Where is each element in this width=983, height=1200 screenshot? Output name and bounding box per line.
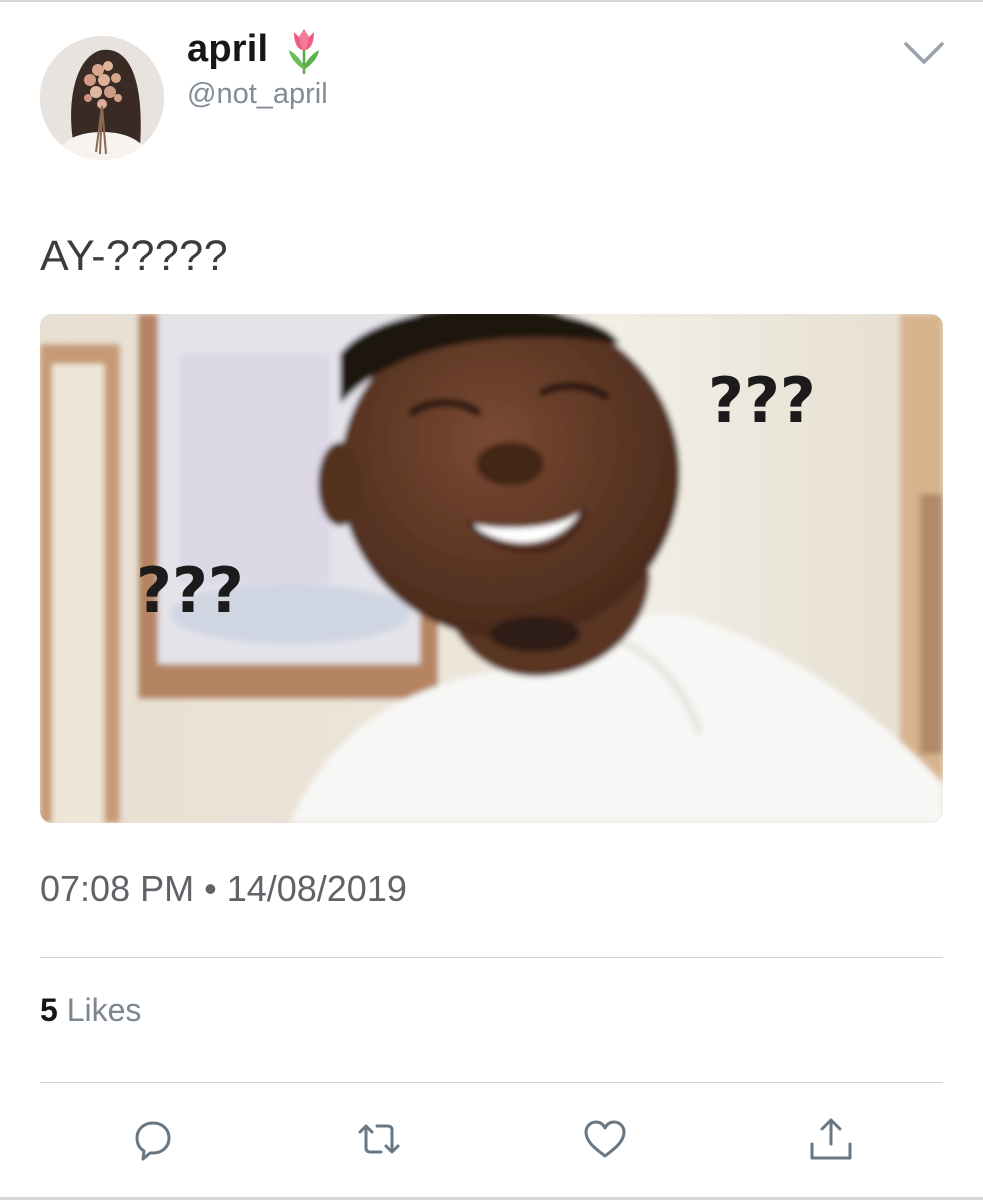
avatar[interactable]: [40, 36, 164, 160]
likes-summary[interactable]: 5 Likes: [40, 992, 141, 1029]
tulip-icon: [289, 29, 319, 74]
left-question-marks: ???: [136, 554, 244, 627]
reply-button[interactable]: [128, 1114, 178, 1164]
top-frame-line: [0, 0, 983, 2]
share-upload-icon: [810, 1118, 852, 1160]
divider: [40, 1082, 943, 1083]
tweet-timestamp[interactable]: 07:08 PM • 14/08/2019: [40, 868, 407, 910]
divider: [40, 957, 943, 958]
meme-image: ??? ???: [40, 314, 943, 823]
like-button[interactable]: [580, 1114, 630, 1164]
reply-bubble-icon: [135, 1121, 171, 1161]
likes-count: 5: [40, 992, 58, 1028]
tweet-media[interactable]: ??? ???: [40, 314, 943, 823]
likes-label: Likes: [66, 992, 142, 1028]
share-button[interactable]: [806, 1114, 856, 1164]
avatar-image: [40, 36, 164, 160]
chevron-down-icon[interactable]: [902, 38, 946, 68]
retweet-icon: [358, 1124, 400, 1154]
user-handle[interactable]: @not_april: [187, 78, 328, 111]
retweet-button[interactable]: [354, 1114, 404, 1164]
display-name[interactable]: april: [187, 28, 268, 71]
tweet-text: AY-?????: [40, 232, 229, 280]
right-question-marks: ???: [708, 364, 816, 437]
heart-icon: [584, 1120, 626, 1158]
